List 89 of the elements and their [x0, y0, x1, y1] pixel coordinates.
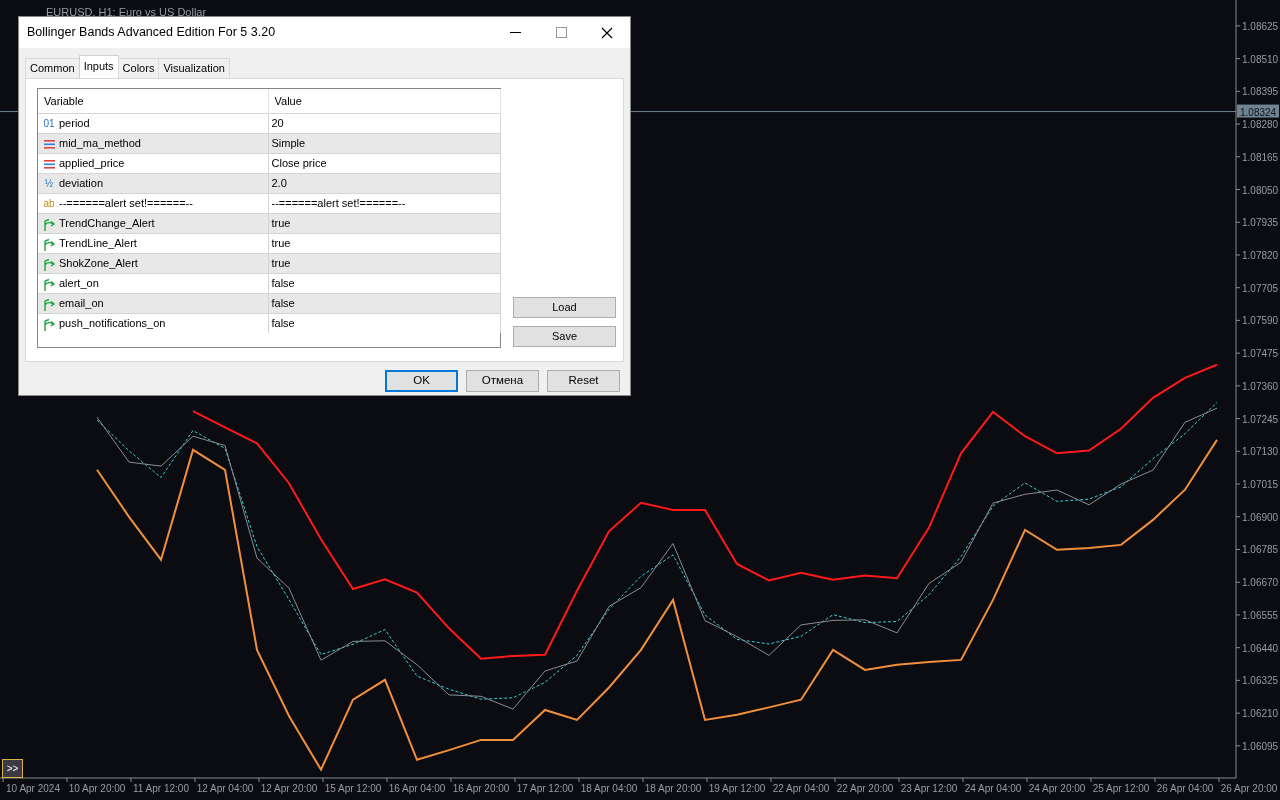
column-header[interactable]: Value: [268, 89, 500, 113]
variable-name: email_on: [59, 296, 104, 309]
price-axis-label: 1.06325: [1242, 675, 1279, 687]
variable-name: period: [59, 116, 90, 129]
price-axis-label: 1.07245: [1242, 413, 1279, 425]
type-icon: ab: [41, 196, 57, 212]
flag-icon: [41, 216, 57, 232]
tab[interactable]: Common: [25, 58, 80, 78]
price-axis-label: 1.06900: [1242, 511, 1279, 523]
price-axis-label: 1.07820: [1242, 249, 1279, 261]
price-axis-label: 1.07935: [1242, 217, 1279, 229]
time-axis-label: 16 Apr 04:00: [388, 783, 446, 794]
tab[interactable]: Colors: [117, 58, 160, 78]
side-button[interactable]: Load: [513, 297, 616, 318]
price-axis-label: 1.06555: [1242, 609, 1279, 621]
type-icon: ½: [41, 176, 57, 192]
flag-icon: [41, 236, 57, 252]
variable-value[interactable]: 20: [271, 116, 284, 129]
price-axis-label: 1.07015: [1242, 479, 1279, 491]
variable-value[interactable]: true: [271, 236, 291, 249]
variable-name: deviation: [59, 176, 104, 189]
dialog-button[interactable]: Reset: [547, 370, 620, 392]
price-axis-label: 1.07590: [1242, 315, 1279, 327]
variable-value[interactable]: false: [271, 276, 295, 289]
dialog-button[interactable]: OK: [385, 370, 458, 392]
price-axis-label: 1.06440: [1242, 642, 1279, 654]
time-axis-label: 15 Apr 12:00: [324, 783, 382, 794]
variable-value[interactable]: 2.0: [271, 176, 287, 189]
time-axis-label: 10 Apr 20:00: [68, 783, 126, 794]
price-axis-label: 1.06785: [1242, 544, 1279, 556]
variable-value[interactable]: false: [271, 317, 295, 329]
time-axis-label: 11 Apr 12:00: [133, 783, 189, 794]
column-header[interactable]: Variable: [38, 89, 268, 113]
variable-value[interactable]: --======alert set!======--: [271, 196, 406, 209]
variable-name: --======alert set!======--: [59, 196, 193, 209]
time-axis-label: 25 Apr 12:00: [1092, 783, 1150, 794]
variable-name: TrendChange_Alert: [59, 216, 155, 229]
time-axis-label: 16 Apr 20:00: [452, 783, 510, 794]
price-axis-label: 1.08050: [1242, 184, 1279, 196]
time-axis-label: 26 Apr 04:00: [1156, 783, 1214, 794]
price-axis-label: 1.08280: [1242, 119, 1279, 131]
time-axis-label: 24 Apr 04:00: [964, 783, 1022, 794]
variable-name: applied_price: [59, 156, 125, 169]
price-axis-label: 1.06210: [1242, 708, 1279, 720]
chart-title: EURUSD, H1: Euro vs US Dollar: [46, 6, 207, 18]
price-axis-label: 1.06095: [1242, 740, 1279, 752]
price-axis-label: 1.08395: [1242, 86, 1279, 98]
time-axis-label: 12 Apr 20:00: [260, 783, 318, 794]
time-axis-label: 23 Apr 12:00: [900, 783, 958, 794]
variable-name: alert_on: [59, 276, 99, 289]
time-axis-label: 12 Apr 04:00: [196, 783, 254, 794]
time-axis-label: 22 Apr 20:00: [836, 783, 894, 794]
tab[interactable]: Visualization: [158, 58, 230, 78]
time-axis-label: 18 Apr 04:00: [580, 783, 638, 794]
time-axis-label: 10 Apr 2024: [6, 783, 60, 794]
time-axis-label: 26 Apr 20:00: [1220, 783, 1278, 794]
variable-name: ShokZone_Alert: [59, 256, 138, 269]
side-button[interactable]: Save: [513, 326, 616, 347]
time-axis-label: 24 Apr 20:00: [1028, 783, 1086, 794]
price-axis-label: 1.08510: [1242, 53, 1279, 65]
dialog-button[interactable]: Отмена: [466, 370, 539, 392]
flag-icon: [41, 296, 57, 312]
price-axis-label: 1.08625: [1242, 20, 1279, 32]
variable-name: TrendLine_Alert: [59, 236, 137, 249]
price-axis-label: 1.06670: [1242, 577, 1279, 589]
price-axis-label: 1.08165: [1242, 151, 1279, 163]
time-axis-label: 18 Apr 20:00: [644, 783, 702, 794]
current-price-label: 1.08324: [1240, 106, 1277, 118]
variable-value[interactable]: Close price: [271, 156, 327, 169]
expand-button[interactable]: >>: [2, 759, 23, 778]
variable-value[interactable]: false: [271, 296, 295, 309]
type-icon: 01: [41, 116, 57, 132]
variable-value[interactable]: true: [271, 256, 291, 269]
time-axis-label: 17 Apr 12:00: [516, 783, 574, 794]
window-title: Bollinger Bands Advanced Edition For 5 3.20: [26, 24, 277, 42]
price-axis-label: 1.07475: [1242, 348, 1279, 360]
time-axis-label: 19 Apr 12:00: [708, 783, 766, 794]
variable-value[interactable]: Simple: [271, 136, 306, 149]
variable-name: mid_ma_method: [59, 136, 141, 149]
flag-icon: [41, 316, 57, 332]
flag-icon: [41, 256, 57, 272]
price-axis-label: 1.07705: [1242, 282, 1279, 294]
price-axis-label: 1.07360: [1242, 380, 1279, 392]
tab[interactable]: Inputs: [78, 55, 119, 78]
price-axis-label: 1.07130: [1242, 446, 1279, 458]
variable-value[interactable]: true: [271, 216, 291, 229]
variable-name: push_notifications_on: [59, 316, 166, 329]
time-axis-label: 22 Apr 04:00: [772, 783, 830, 794]
flag-icon: [41, 276, 57, 292]
